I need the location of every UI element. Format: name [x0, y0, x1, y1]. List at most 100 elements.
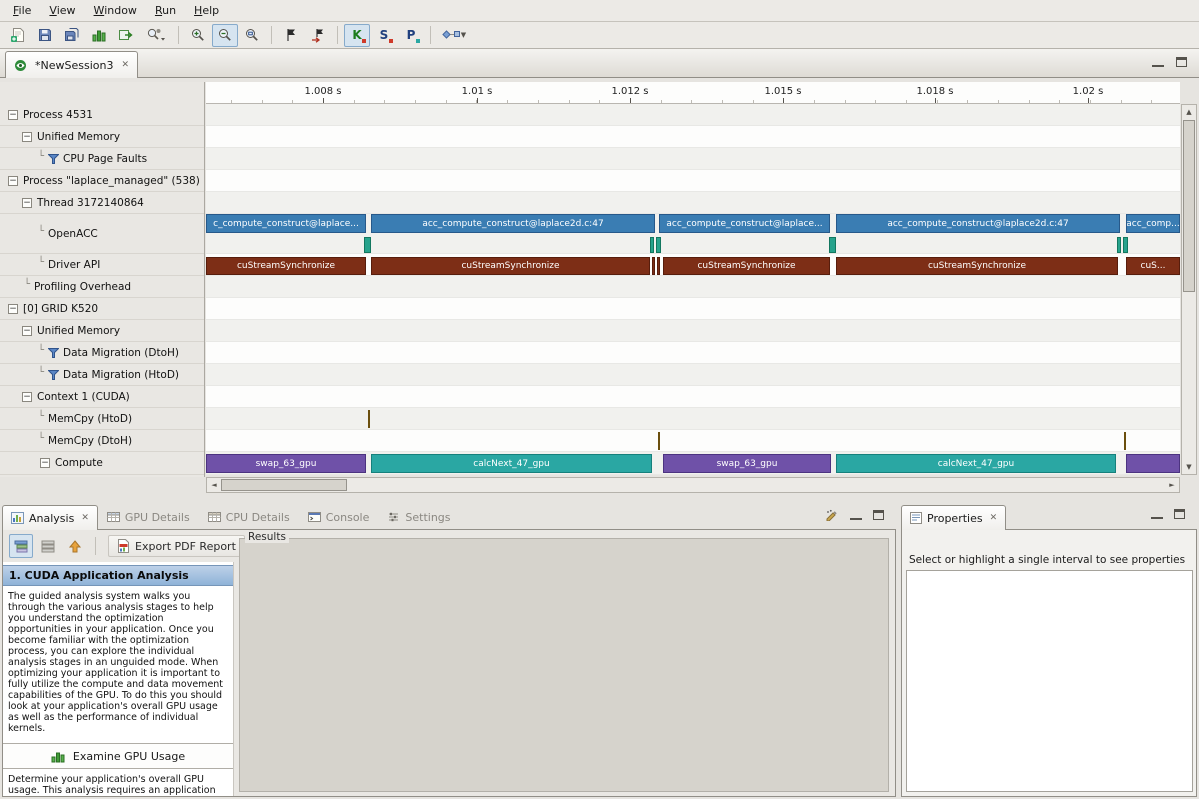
k-toggle-icon[interactable]: K — [344, 24, 370, 47]
compute-kernel-interval[interactable] — [1126, 454, 1180, 473]
examine-gpu-usage-button[interactable]: Examine GPU Usage — [3, 743, 233, 769]
collapse-toggle-icon[interactable]: − — [8, 176, 18, 186]
save-icon[interactable] — [32, 24, 58, 47]
timeline-ruler[interactable]: 1.008 s1.01 s1.012 s1.015 s1.018 s1.02 s — [206, 82, 1180, 104]
openacc-interval[interactable]: acc_compute_construct@laplace... — [659, 214, 830, 233]
tab-cpu-details[interactable]: CPU Details — [199, 504, 299, 529]
driver-api-interval[interactable]: cuS... — [1126, 257, 1180, 275]
memcpy-htod-interval[interactable] — [368, 410, 370, 428]
tree-row-context-1-cuda[interactable]: −Context 1 (CUDA) — [0, 386, 204, 408]
openacc-detail-interval[interactable] — [364, 237, 371, 253]
openacc-detail-interval[interactable] — [1117, 237, 1121, 253]
driver-api-interval[interactable]: cuStreamSynchronize — [836, 257, 1118, 275]
openacc-interval[interactable]: c_compute_construct@laplace... — [206, 214, 366, 233]
tab-settings[interactable]: Settings — [378, 504, 459, 529]
tree-row-process-laplace-managed-538[interactable]: −Process "laplace_managed" (538) — [0, 170, 204, 192]
openacc-interval[interactable]: acc_compute_construct@laplace2d.c:47 — [836, 214, 1120, 233]
menu-window[interactable]: Window — [85, 1, 146, 20]
close-icon[interactable]: ✕ — [990, 513, 998, 523]
save-all-icon[interactable] — [59, 24, 85, 47]
openacc-detail-interval[interactable] — [1123, 237, 1128, 253]
horizontal-scroll-thumb[interactable] — [221, 479, 347, 491]
collapse-toggle-icon[interactable]: − — [22, 198, 32, 208]
scroll-left-icon[interactable]: ◄ — [207, 478, 221, 492]
openacc-detail-interval[interactable] — [829, 237, 836, 253]
compute-kernel-interval[interactable]: swap_63_gpu — [663, 454, 831, 473]
driver-api-interval[interactable]: cuStreamSynchronize — [371, 257, 650, 275]
driver-api-interval[interactable]: cuStreamSynchronize — [206, 257, 366, 275]
tree-row-memcpy-dtoh[interactable]: └MemCpy (DtoH) — [0, 430, 204, 452]
export-pdf-button[interactable]: Export PDF Report — [108, 535, 245, 557]
maximize-icon[interactable] — [1174, 509, 1185, 519]
collapse-toggle-icon[interactable]: − — [22, 392, 32, 402]
openacc-interval[interactable]: acc_comp... — [1126, 214, 1180, 233]
tree-row-thread-3172140864[interactable]: −Thread 3172140864 — [0, 192, 204, 214]
collapse-toggle-icon[interactable]: − — [8, 304, 18, 314]
unguided-analysis-icon[interactable] — [36, 534, 60, 558]
compute-kernel-interval[interactable]: swap_63_gpu — [206, 454, 366, 473]
next-marker-icon[interactable] — [278, 24, 304, 47]
maximize-icon[interactable] — [873, 510, 884, 520]
collapse-toggle-icon[interactable]: − — [8, 110, 18, 120]
tab-analysis[interactable]: Analysis ✕ — [2, 505, 98, 530]
tab-gpu-details[interactable]: GPU Details — [98, 504, 199, 529]
view-menu-icon[interactable] — [825, 509, 839, 521]
tree-row-data-migration-htod[interactable]: └Data Migration (HtoD) — [0, 364, 204, 386]
close-icon[interactable]: ✕ — [81, 513, 89, 523]
prev-marker-icon[interactable] — [305, 24, 331, 47]
close-icon[interactable]: ✕ — [121, 60, 129, 70]
collapse-toggle-icon[interactable]: − — [40, 458, 50, 468]
openacc-detail-interval[interactable] — [650, 237, 654, 253]
openacc-interval[interactable]: acc_compute_construct@laplace2d.c:47 — [371, 214, 655, 233]
memcpy-dtoh-interval[interactable] — [658, 432, 660, 450]
session-tab[interactable]: *NewSession3 ✕ — [5, 51, 138, 78]
tab-properties[interactable]: Properties ✕ — [901, 505, 1006, 530]
minimize-icon[interactable] — [850, 510, 862, 520]
horizontal-scrollbar[interactable]: ◄ ► — [206, 477, 1180, 493]
zoom-out-icon[interactable] — [212, 24, 238, 47]
menu-run[interactable]: Run — [146, 1, 185, 20]
zoom-fit-icon[interactable] — [239, 24, 265, 47]
compute-kernel-interval[interactable]: calcNext_47_gpu — [836, 454, 1116, 473]
s-toggle-icon[interactable]: S — [371, 24, 397, 47]
tree-row-unified-memory[interactable]: −Unified Memory — [0, 320, 204, 342]
new-session-icon[interactable] — [5, 24, 31, 47]
tree-row-driver-api[interactable]: └Driver API — [0, 254, 204, 276]
tab-console[interactable]: Console — [299, 504, 379, 529]
collapse-toggle-icon[interactable]: − — [22, 326, 32, 336]
export-session-icon[interactable] — [113, 24, 139, 47]
compute-kernel-interval[interactable]: calcNext_47_gpu — [371, 454, 652, 473]
tree-row-profiling-overhead[interactable]: └Profiling Overhead — [0, 276, 204, 298]
vertical-scroll-thumb[interactable] — [1183, 120, 1195, 292]
driver-api-interval[interactable]: cuStreamSynchronize — [663, 257, 830, 275]
tree-row-openacc[interactable]: └OpenACC — [0, 214, 204, 254]
menu-view[interactable]: View — [40, 1, 84, 20]
minimize-icon[interactable] — [1152, 57, 1164, 67]
guided-analysis-icon[interactable] — [9, 534, 33, 558]
report-icon[interactable] — [86, 24, 112, 47]
menu-file[interactable]: File — [4, 1, 40, 20]
minimize-icon[interactable] — [1151, 509, 1163, 519]
zoom-in-icon[interactable] — [185, 24, 211, 47]
p-toggle-icon[interactable]: P — [398, 24, 424, 47]
run-analysis-icon[interactable]: ▼ — [437, 24, 471, 47]
tree-row-0-grid-k520[interactable]: −[0] GRID K520 — [0, 298, 204, 320]
driver-api-interval[interactable] — [657, 257, 660, 275]
back-up-icon[interactable] — [63, 534, 87, 558]
memcpy-dtoh-interval[interactable] — [1124, 432, 1126, 450]
timeline-canvas[interactable]: c_compute_construct@laplace... acc_comput… — [206, 104, 1180, 475]
openacc-detail-interval[interactable] — [656, 237, 661, 253]
scroll-up-icon[interactable]: ▲ — [1182, 105, 1196, 119]
search-settings-icon[interactable] — [140, 24, 172, 47]
tree-row-cpu-page-faults[interactable]: └CPU Page Faults — [0, 148, 204, 170]
driver-api-interval[interactable] — [652, 257, 655, 275]
tree-row-unified-memory[interactable]: −Unified Memory — [0, 126, 204, 148]
vertical-scrollbar[interactable]: ▲ ▼ — [1181, 104, 1197, 475]
scroll-right-icon[interactable]: ► — [1165, 478, 1179, 492]
scroll-down-icon[interactable]: ▼ — [1182, 460, 1196, 474]
tree-row-data-migration-dtoh[interactable]: └Data Migration (DtoH) — [0, 342, 204, 364]
collapse-toggle-icon[interactable]: − — [22, 132, 32, 142]
menu-help[interactable]: Help — [185, 1, 228, 20]
tree-row-process-4531[interactable]: −Process 4531 — [0, 104, 204, 126]
tree-row-memcpy-htod[interactable]: └MemCpy (HtoD) — [0, 408, 204, 430]
